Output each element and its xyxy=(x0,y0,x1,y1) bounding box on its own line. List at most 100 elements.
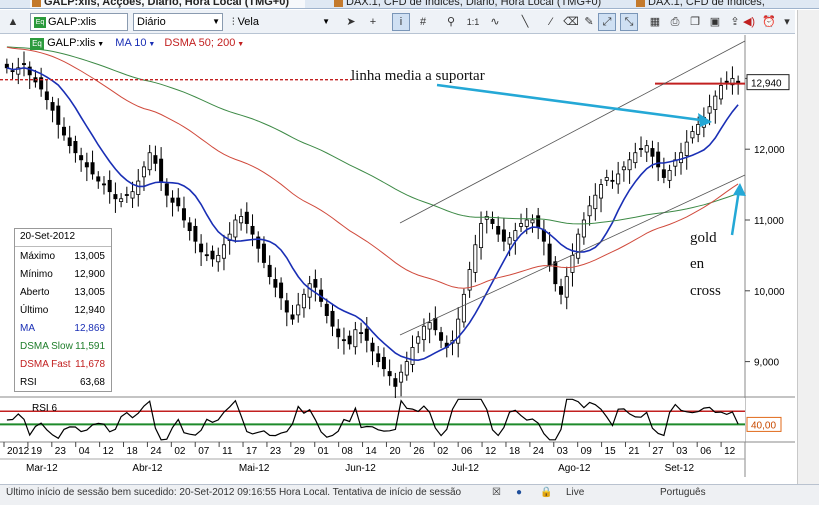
status-mode: Live xyxy=(566,487,585,498)
candle-body xyxy=(164,183,169,196)
fit2-icon[interactable]: ⤡ xyxy=(620,13,638,31)
info-row: MA 12,869 xyxy=(15,321,111,338)
period-select[interactable]: Diário ▼ xyxy=(133,13,223,31)
chevron-down-icon: ▼ xyxy=(322,17,330,26)
time-tick-label: 23 xyxy=(55,446,67,457)
time-tick-label: 12 xyxy=(485,446,497,457)
candle-body xyxy=(170,197,175,203)
style-select[interactable]: ⫶ Vela ▼ xyxy=(228,13,333,31)
chart-legend: Eq GALP:xlis ▼ MA 10 ▼ DSMA 50; 200 ▼ xyxy=(30,37,244,51)
candle-body xyxy=(359,332,364,334)
candle-body xyxy=(136,180,141,195)
last-price-label: 12,940 xyxy=(751,79,782,90)
zoom-icon[interactable]: ⚲ xyxy=(442,13,460,31)
candle-body xyxy=(267,264,272,278)
time-tick-label: 23 xyxy=(270,446,282,457)
candle-body xyxy=(621,166,626,171)
tab-dax-1[interactable]: DAX.1, CFD de Índices, Diário, Hora Loca… xyxy=(332,0,602,8)
time-tick-label: 17 xyxy=(246,446,258,457)
time-tick-label: 02 xyxy=(174,446,186,457)
wave-icon[interactable]: ∿ xyxy=(486,13,504,31)
candle-body xyxy=(650,148,655,157)
time-tick-label: 06 xyxy=(461,446,473,457)
fit-icon[interactable]: ⤢ xyxy=(598,13,616,31)
price-tick-label: 10,000 xyxy=(754,287,785,298)
candle-body xyxy=(21,63,26,65)
candle-body xyxy=(456,318,461,344)
candle-body xyxy=(107,179,112,193)
rsi-panel xyxy=(0,398,745,442)
month-label: Mar-12 xyxy=(26,463,58,474)
symbol-value: GALP:xlis xyxy=(48,16,97,28)
info-row: DSMA Fast 11,678 xyxy=(15,357,111,374)
candle-body xyxy=(199,243,204,253)
legend-dsma[interactable]: DSMA 50; 200 xyxy=(164,37,235,49)
grid-icon[interactable]: # xyxy=(414,13,432,31)
info-icon[interactable]: i xyxy=(392,13,410,31)
pencil-icon[interactable]: ✎ xyxy=(580,13,598,31)
candle-body xyxy=(547,243,552,267)
candle-body xyxy=(84,162,89,168)
table-icon[interactable]: ▦ xyxy=(646,13,664,31)
candle-body xyxy=(524,219,529,227)
status-language[interactable]: Português xyxy=(660,487,706,498)
sound-icon[interactable]: ◀) xyxy=(740,13,758,31)
candle-body xyxy=(736,80,741,84)
candle-body xyxy=(644,145,649,153)
info-value: 12,940 xyxy=(74,305,105,316)
price-tick-label: 12,000 xyxy=(754,145,785,156)
legend-symbol: GALP:xlis xyxy=(47,37,96,49)
candle-body xyxy=(56,105,61,125)
legend-ma[interactable]: MA 10 xyxy=(115,37,146,49)
close-icon[interactable]: ☒ xyxy=(492,487,501,498)
candle-body xyxy=(79,155,84,161)
chevron-down-icon[interactable]: ▼ xyxy=(146,41,155,48)
chevron-down-icon[interactable]: ▼ xyxy=(235,41,244,48)
candle-body xyxy=(399,371,404,383)
candle-body xyxy=(490,218,495,224)
time-tick-label: 03 xyxy=(676,446,688,457)
candle-body xyxy=(479,223,484,249)
eraser-icon[interactable]: ⌫ xyxy=(562,13,580,31)
month-label: Mai-12 xyxy=(239,463,270,474)
alert-icon[interactable]: ⏰ xyxy=(760,13,778,31)
candle-body xyxy=(301,293,306,309)
tab-dax-2[interactable]: DAX.1, CFD de Índices, xyxy=(634,0,774,8)
line-tool-icon[interactable]: ╲ xyxy=(516,13,534,31)
symbol-input[interactable]: Eq GALP:xlis xyxy=(30,13,128,31)
chevron-down-icon[interactable]: ▼ xyxy=(95,41,104,48)
more-icon[interactable]: ▾ xyxy=(778,13,796,31)
info-value: 63,68 xyxy=(79,377,105,388)
candle-body xyxy=(193,225,198,242)
candle-body xyxy=(610,179,615,182)
month-label: Abr-12 xyxy=(132,463,162,474)
candle-body xyxy=(719,85,724,100)
time-tick-label: 09 xyxy=(581,446,593,457)
candle-body xyxy=(96,176,101,182)
candle-body xyxy=(376,353,381,363)
price-tick-label: 11,000 xyxy=(754,216,784,227)
print-icon[interactable]: ⎙ xyxy=(666,13,684,31)
info-row: Mínimo 12,900 xyxy=(15,267,111,284)
candle-body xyxy=(73,141,78,154)
image-icon[interactable]: ▣ xyxy=(706,13,724,31)
ray-icon[interactable]: ⁄ xyxy=(542,13,560,31)
candle-body xyxy=(204,254,209,257)
crosshair-icon[interactable]: + xyxy=(364,13,382,31)
chevron-down-icon: ▼ xyxy=(212,17,220,26)
copy-icon[interactable]: ❐ xyxy=(686,13,704,31)
candle-body xyxy=(581,219,586,238)
candle-body xyxy=(461,293,466,323)
candle-body xyxy=(393,378,398,387)
time-tick-label: 29 xyxy=(294,446,306,457)
cursor-icon[interactable]: ➤ xyxy=(342,13,360,31)
tab-galp[interactable]: GALP:xlis, Acções, Diário, Hora Local (T… xyxy=(30,0,305,8)
collapse-up-icon[interactable]: ▲ xyxy=(4,13,22,31)
candle-body xyxy=(496,225,501,235)
price-chart[interactable]: 13,00012,00011,00010,0009,00012,940RSI 6… xyxy=(0,35,795,477)
vertical-scrollbar[interactable] xyxy=(797,10,819,490)
candle-body xyxy=(364,328,369,341)
candle-body xyxy=(273,279,278,288)
ratio-icon[interactable]: 1:1 xyxy=(464,13,482,31)
time-tick-label: 2012 xyxy=(7,446,30,457)
